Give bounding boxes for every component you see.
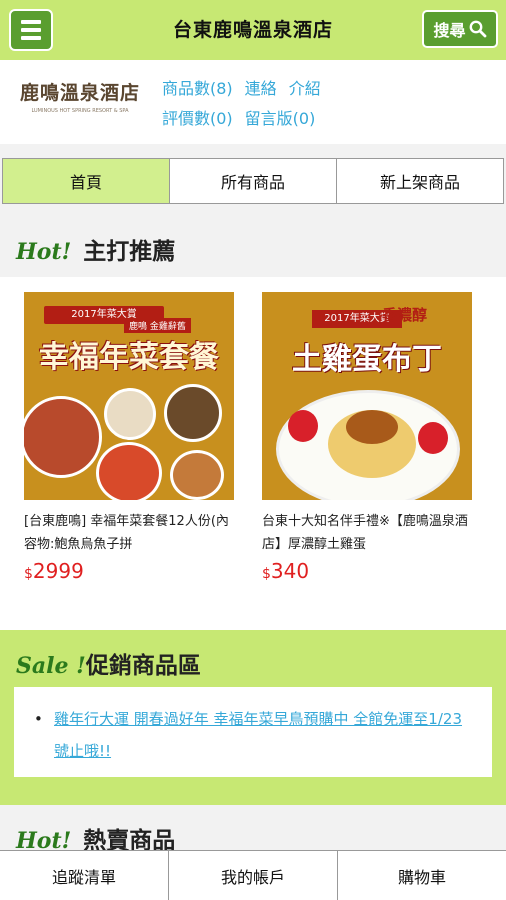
- hot-sellers-title: 熱賣商品: [83, 828, 176, 850]
- product-image[interactable]: 2017年菜大賞 香濃醇 土雞蛋布丁: [262, 292, 472, 500]
- product-caption[interactable]: 台東十大知名伴手禮※【鹿鳴溫泉酒店】厚濃醇土雞蛋: [262, 510, 472, 556]
- image-tag: 香濃醇: [382, 306, 428, 324]
- caramel-top: [346, 410, 398, 444]
- sale-title: 促銷商品區: [85, 653, 201, 679]
- hot-label: Hot!: [16, 239, 72, 265]
- product-card[interactable]: 2017年菜大賞 香濃醇 土雞蛋布丁 台東十大知名伴手禮※【鹿鳴溫泉酒店】厚濃醇…: [262, 292, 472, 583]
- dish-lobster: [96, 442, 162, 500]
- product-price: $340: [262, 559, 310, 583]
- store-info: 鹿鳴溫泉酒店 LUMINOUS HOT SPRING RESORT & SPA …: [0, 60, 506, 144]
- intro-link[interactable]: 介紹: [289, 79, 321, 98]
- dish-bowl: [104, 388, 156, 440]
- main-tabs: 首頁 所有商品 新上架商品: [2, 158, 504, 204]
- product-price: $2999: [24, 559, 84, 583]
- contact-link[interactable]: 連絡: [245, 79, 277, 98]
- strawberry: [418, 422, 448, 454]
- tab-all-products[interactable]: 所有商品: [170, 159, 337, 203]
- tab-home[interactable]: 首頁: [3, 159, 170, 203]
- hot-sellers-section: Hot! 熱賣商品: [0, 805, 506, 850]
- image-tag: 鹿鳴 金雞辭舊: [124, 318, 191, 333]
- review-count-link[interactable]: 評價數(0): [162, 109, 233, 128]
- bottom-nav: 追蹤清單 我的帳戶 購物車: [0, 850, 506, 900]
- dish-platter: [24, 396, 102, 478]
- product-card[interactable]: 2017年菜大賞 鹿鳴 金雞辭舊 幸福年菜套餐 [台東鹿鳴] 幸福年菜套餐12人…: [24, 292, 234, 583]
- featured-title: 主打推薦: [83, 239, 176, 265]
- sale-list: 雞年行大運 開春過好年 幸福年菜早鳥預購中 全館免運至1/23號止哦!!: [14, 687, 492, 777]
- hot-sellers-heading: Hot! 熱賣商品: [16, 821, 175, 850]
- sale-section: Sale ! 促銷商品區 雞年行大運 開春過好年 幸福年菜早鳥預購中 全館免運至…: [0, 630, 506, 805]
- featured-products: 2017年菜大賞 鹿鳴 金雞辭舊 幸福年菜套餐 [台東鹿鳴] 幸福年菜套餐12人…: [0, 277, 506, 630]
- hot-label: Hot!: [16, 828, 72, 850]
- search-button[interactable]: 搜尋: [422, 10, 498, 48]
- sale-label: Sale !: [16, 653, 86, 679]
- cart-button[interactable]: 購物車: [338, 851, 506, 900]
- my-account-button[interactable]: 我的帳戶: [169, 851, 338, 900]
- search-icon: [469, 20, 486, 38]
- menu-button[interactable]: [9, 9, 53, 51]
- store-logo[interactable]: 鹿鳴溫泉酒店 LUMINOUS HOT SPRING RESORT & SPA: [16, 78, 144, 128]
- dish-soup: [164, 384, 222, 442]
- top-bar: 台東鹿鳴溫泉酒店 搜尋: [0, 0, 506, 60]
- logo-text: 鹿鳴溫泉酒店: [19, 82, 140, 104]
- dish-pot: [170, 450, 224, 500]
- product-caption[interactable]: [台東鹿鳴] 幸福年菜套餐12人份(內容物:鮑魚烏魚子拼: [24, 510, 234, 556]
- product-image[interactable]: 2017年菜大賞 鹿鳴 金雞辭舊 幸福年菜套餐: [24, 292, 234, 500]
- tracking-list-button[interactable]: 追蹤清單: [0, 851, 169, 900]
- search-label: 搜尋: [433, 21, 466, 40]
- image-headline: 幸福年菜套餐: [39, 340, 219, 375]
- sale-item-link[interactable]: 雞年行大運 開春過好年 幸福年菜早鳥預購中 全館免運至1/23號止哦!!: [34, 703, 468, 767]
- strawberry: [288, 410, 318, 442]
- tab-new-products[interactable]: 新上架商品: [337, 159, 503, 203]
- featured-heading: Hot! 主打推薦: [16, 232, 175, 266]
- store-links: 商品數(8) 連絡 介紹 評價數(0) 留言版(0): [162, 74, 333, 134]
- product-count-link[interactable]: 商品數(8): [162, 79, 233, 98]
- sale-heading: Sale ! 促銷商品區: [16, 646, 201, 680]
- logo-subtext: LUMINOUS HOT SPRING RESORT & SPA: [31, 108, 129, 114]
- image-headline: 土雞蛋布丁: [292, 342, 442, 377]
- guestbook-link[interactable]: 留言版(0): [245, 109, 316, 128]
